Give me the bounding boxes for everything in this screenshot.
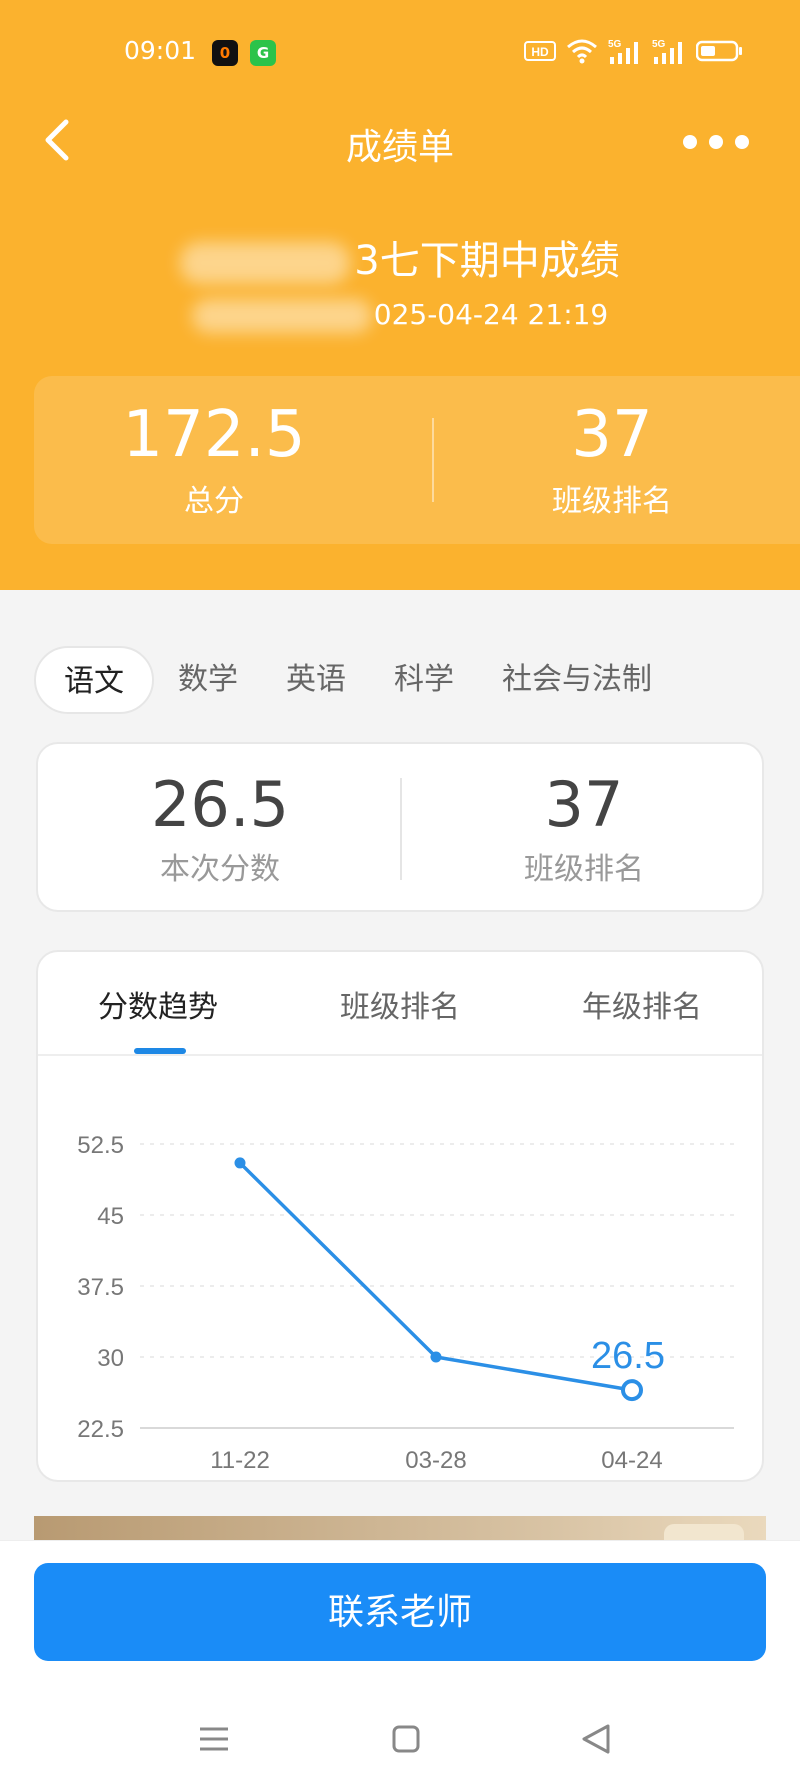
data-point bbox=[234, 1157, 246, 1169]
y-tick-label: 22.5 bbox=[77, 1416, 124, 1443]
data-point bbox=[430, 1351, 442, 1363]
y-tick-label: 30 bbox=[97, 1345, 124, 1372]
total-score: 172.5 bbox=[122, 398, 306, 472]
trend-tabs: 分数趋势 班级排名 年级排名 bbox=[38, 952, 762, 1056]
contact-teacher-button[interactable]: 联系老师 bbox=[34, 1563, 766, 1661]
data-point-highlight bbox=[621, 1379, 643, 1402]
x-tick-label: 04-24 bbox=[601, 1447, 662, 1474]
subject-rank-label: 班级排名 bbox=[524, 852, 644, 887]
more-dots-icon bbox=[683, 135, 749, 149]
nav-home-button[interactable] bbox=[376, 1709, 436, 1769]
tab-chinese[interactable]: 语文 bbox=[34, 646, 154, 714]
system-navbar bbox=[0, 1709, 800, 1778]
total-summary-card: 172.5 总分 37 班级排名 bbox=[34, 376, 800, 544]
active-tab-indicator bbox=[134, 1048, 186, 1054]
promo-banner[interactable] bbox=[34, 1516, 766, 1544]
signal-5g-icon: 5G bbox=[608, 37, 642, 69]
subject-score-card: 26.5 本次分数 37 班级排名 bbox=[36, 742, 764, 912]
header-banner: 09:01 0 G HD 5G 5G 成绩单 3七下期中成绩 025-04-24… bbox=[0, 0, 800, 590]
tab-society-law[interactable]: 社会与法制 bbox=[478, 646, 676, 714]
exam-title: 3七下期中成绩 bbox=[0, 228, 800, 286]
subject-tabs: 语文 数学 英语 科学 社会与法制 bbox=[34, 646, 676, 714]
y-tick-label: 45 bbox=[97, 1203, 124, 1230]
status-bar: 09:01 0 G HD 5G 5G bbox=[0, 0, 800, 104]
subject-score-block: 26.5 本次分数 bbox=[38, 744, 402, 914]
class-rank-block: 37 班级排名 bbox=[432, 376, 792, 544]
hd-icon: HD bbox=[524, 40, 556, 66]
y-tick-label: 52.5 bbox=[77, 1132, 124, 1159]
x-tick-label: 11-22 bbox=[210, 1447, 270, 1474]
more-button[interactable] bbox=[670, 122, 770, 162]
tab-grade-rank[interactable]: 年级排名 bbox=[542, 982, 742, 1026]
redacted-text bbox=[180, 242, 351, 284]
app-notification-icon: 0 bbox=[212, 40, 238, 66]
subject-score-label: 本次分数 bbox=[160, 852, 280, 887]
wifi-icon bbox=[566, 38, 598, 68]
nav-menu-button[interactable] bbox=[184, 1709, 244, 1769]
status-time: 09:01 bbox=[124, 36, 197, 65]
svg-text:5G: 5G bbox=[652, 39, 666, 50]
bottom-area: 联系老师 bbox=[0, 1540, 800, 1778]
total-score-block: 172.5 总分 bbox=[34, 376, 394, 544]
status-icons: HD 5G 5G bbox=[524, 38, 744, 68]
subject-rank-block: 37 班级排名 bbox=[402, 744, 766, 914]
nav-back-button[interactable] bbox=[566, 1709, 626, 1769]
class-rank: 37 bbox=[571, 398, 653, 472]
exam-date: 025-04-24 21:19 bbox=[0, 298, 800, 333]
signal-5g-icon: 5G bbox=[652, 37, 686, 69]
tab-science[interactable]: 科学 bbox=[370, 646, 478, 714]
subject-rank: 37 bbox=[544, 768, 624, 841]
total-score-label: 总分 bbox=[184, 484, 244, 519]
svg-text:HD: HD bbox=[531, 45, 549, 59]
tab-score-trend[interactable]: 分数趋势 bbox=[58, 982, 258, 1026]
tab-math[interactable]: 数学 bbox=[154, 646, 262, 714]
class-rank-label: 班级排名 bbox=[552, 484, 672, 519]
battery-icon bbox=[695, 39, 744, 67]
tab-english[interactable]: 英语 bbox=[262, 646, 370, 714]
trend-card: 分数趋势 班级排名 年级排名 52.5 45 37.5 30 22.5 11-22 03-2… bbox=[36, 950, 764, 1482]
tab-class-rank[interactable]: 班级排名 bbox=[300, 982, 500, 1026]
app-notification-icon: G bbox=[250, 40, 276, 66]
back-triangle-icon bbox=[582, 1724, 610, 1754]
menu-icon bbox=[200, 1727, 228, 1751]
top-bar: 成绩单 bbox=[0, 104, 800, 176]
svg-text:5G: 5G bbox=[608, 39, 622, 50]
subject-score: 26.5 bbox=[150, 768, 290, 841]
redacted-text bbox=[191, 299, 372, 333]
home-square-icon bbox=[392, 1725, 420, 1753]
x-tick-label: 03-28 bbox=[405, 1447, 466, 1474]
y-tick-label: 37.5 bbox=[77, 1274, 124, 1301]
data-label: 26.5 bbox=[591, 1335, 665, 1377]
score-trend-chart: 52.5 45 37.5 30 22.5 11-22 03-28 04-24 26.5 bbox=[77, 1132, 734, 1474]
